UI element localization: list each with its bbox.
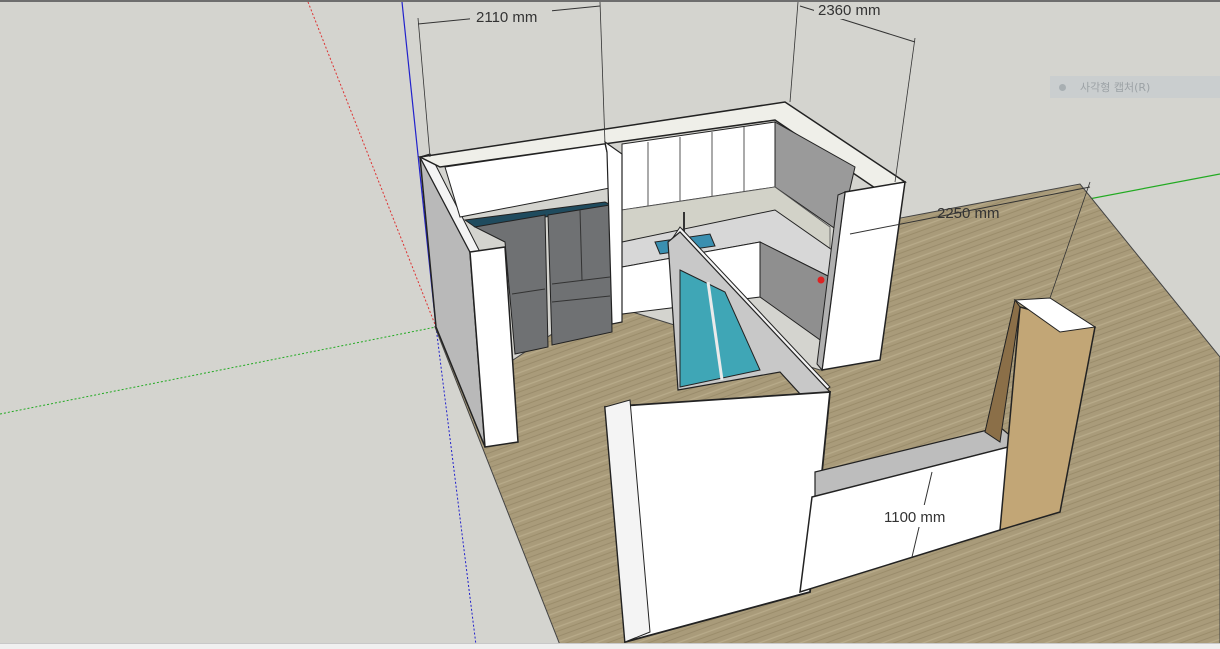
dimension-2360: 2360 mm	[818, 2, 881, 19]
tooltip-label: 사각형 캡처(R)	[1080, 81, 1151, 94]
3d-viewport[interactable]: 2110 mm 2360 mm 2250 mm 1100 mm 사각형 캡처(R…	[0, 0, 1220, 643]
cooktop-burner	[817, 276, 825, 284]
dim-extension	[599, 2, 606, 145]
red-axis	[307, 2, 437, 328]
dim-extension	[789, 2, 799, 103]
dimension-1100: 1100 mm	[884, 509, 945, 526]
dimension-2250: 2250 mm	[937, 205, 1000, 222]
model-canvas[interactable]: 2110 mm 2360 mm 2250 mm 1100 mm	[0, 2, 1220, 643]
capture-dot-icon	[1059, 83, 1066, 91]
rectangle-capture-tooltip[interactable]: 사각형 캡처(R)	[1050, 76, 1220, 98]
green-axis	[0, 326, 437, 415]
dim-extension	[894, 37, 916, 183]
dimension-2110: 2110 mm	[476, 9, 537, 26]
status-bar	[0, 643, 1220, 649]
dim-extension	[417, 17, 431, 158]
